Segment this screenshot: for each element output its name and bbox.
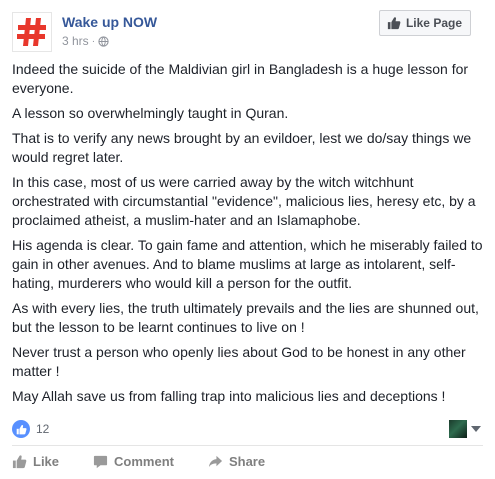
share-icon	[208, 455, 223, 468]
share-label: Share	[228, 454, 266, 469]
like-button[interactable]: Like	[12, 454, 59, 469]
post-paragraph: His agenda is clear. To gain fame and at…	[12, 237, 483, 291]
post-paragraph: A lesson so overwhelmingly taught in Qur…	[12, 105, 289, 121]
post-paragraph: May Allah save us from falling trap into…	[12, 388, 446, 404]
post-paragraph: As with every lies, the truth ultimately…	[12, 300, 479, 335]
reaction-count: 12	[36, 422, 50, 436]
post-paragraph: Indeed the suicide of the Maldivian girl…	[12, 61, 469, 96]
action-bar: Like Comment Share	[12, 454, 299, 469]
comment-label: Comment	[114, 454, 174, 469]
post-paragraph: That is to verify any news brought by an…	[12, 130, 472, 165]
post-timestamp[interactable]: 3 hrs	[62, 34, 89, 48]
page-avatar[interactable]	[12, 12, 52, 52]
viewer-avatar	[449, 420, 467, 438]
post-paragraph: In this case, most of us were carried aw…	[12, 174, 476, 228]
meta-separator: ·	[91, 35, 96, 47]
share-button[interactable]: Share	[208, 454, 265, 469]
like-reaction-icon	[12, 420, 30, 438]
like-label: Like	[33, 454, 60, 469]
chevron-down-icon	[471, 426, 481, 432]
thumbs-up-icon	[12, 455, 27, 469]
post-text: Indeed the suicide of the Maldivian girl…	[12, 60, 486, 412]
viewer-selector[interactable]	[449, 420, 481, 438]
comment-icon	[93, 455, 108, 469]
post-meta: 3 hrs ·	[62, 34, 109, 48]
facebook-post: Wake up NOW 3 hrs · Like Page Indeed the…	[0, 0, 495, 479]
hashtag-logo-icon	[13, 13, 51, 51]
thumbs-up-icon	[387, 17, 401, 30]
post-paragraph: Never trust a person who openly lies abo…	[12, 344, 466, 379]
like-page-label: Like Page	[405, 16, 462, 30]
comment-button[interactable]: Comment	[93, 454, 174, 469]
divider	[12, 445, 483, 446]
like-page-button[interactable]: Like Page	[378, 10, 471, 36]
page-name[interactable]: Wake up NOW	[62, 14, 157, 30]
reactions-summary[interactable]: 12	[12, 420, 49, 438]
globe-icon[interactable]	[98, 35, 109, 47]
